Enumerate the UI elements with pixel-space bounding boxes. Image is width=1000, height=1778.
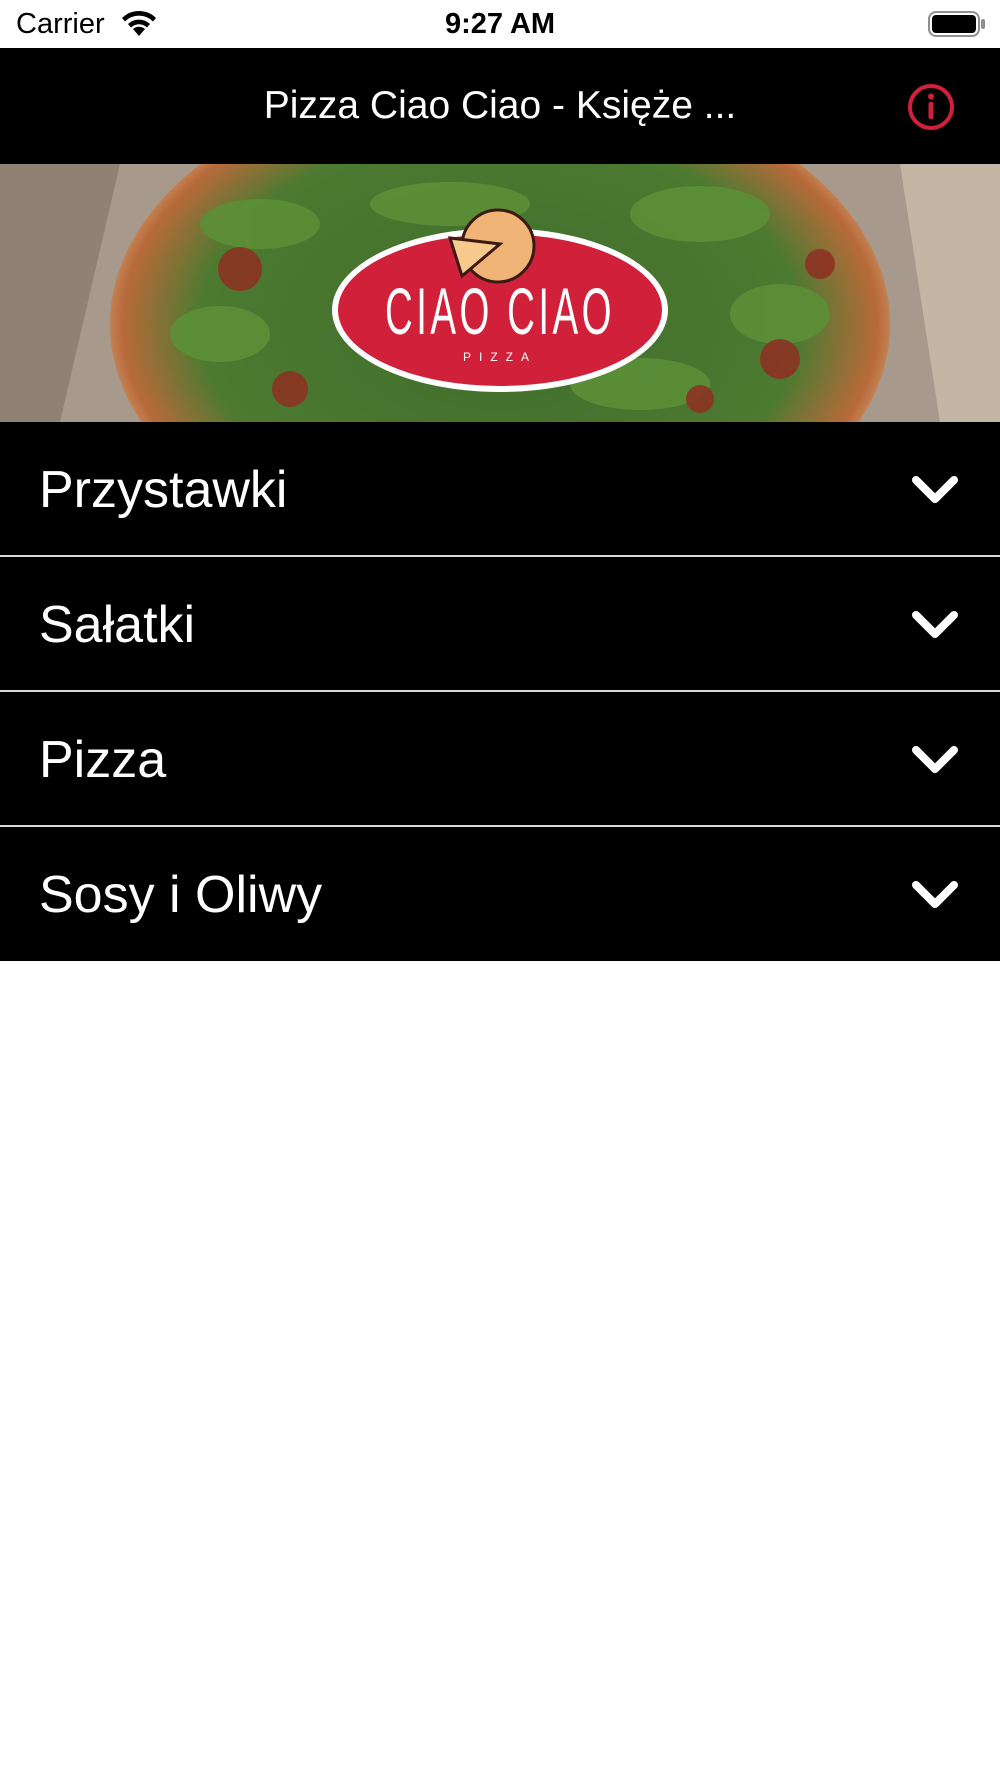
chevron-down-icon bbox=[912, 746, 958, 773]
chevron-down-icon bbox=[912, 611, 958, 638]
menu-category-pizza[interactable]: Pizza bbox=[0, 692, 1000, 827]
menu-category-label: Pizza bbox=[39, 731, 167, 789]
svg-text:CIAO CIAO: CIAO CIAO bbox=[385, 274, 615, 348]
chevron-down-icon bbox=[912, 476, 958, 503]
chevron-down-icon bbox=[912, 881, 958, 908]
status-time: 9:27 AM bbox=[444, 8, 556, 40]
battery-icon bbox=[928, 11, 985, 37]
info-circle-icon[interactable] bbox=[906, 82, 956, 132]
menu-category-list: Przystawki Sałatki Pizza Sosy i Oliwy bbox=[0, 422, 1000, 961]
status-bar: Carrier 9:27 AM bbox=[0, 0, 1000, 48]
menu-category-label: Sosy i Oliwy bbox=[39, 866, 323, 924]
page-title: Pizza Ciao Ciao - Księże ... bbox=[263, 84, 737, 127]
pizza-banner-image: CIAO CIAO PIZZA bbox=[0, 164, 1000, 422]
hero-banner: CIAO CIAO PIZZA bbox=[0, 164, 1000, 422]
svg-text:PIZZA: PIZZA bbox=[463, 350, 537, 364]
menu-category-sosy-i-oliwy[interactable]: Sosy i Oliwy bbox=[0, 827, 1000, 961]
menu-category-label: Sałatki bbox=[39, 596, 196, 654]
menu-category-label: Przystawki bbox=[39, 461, 288, 519]
menu-category-przystawki[interactable]: Przystawki bbox=[0, 422, 1000, 557]
navigation-bar: Pizza Ciao Ciao - Księże ... bbox=[0, 48, 1000, 164]
menu-category-salatki[interactable]: Sałatki bbox=[0, 557, 1000, 692]
